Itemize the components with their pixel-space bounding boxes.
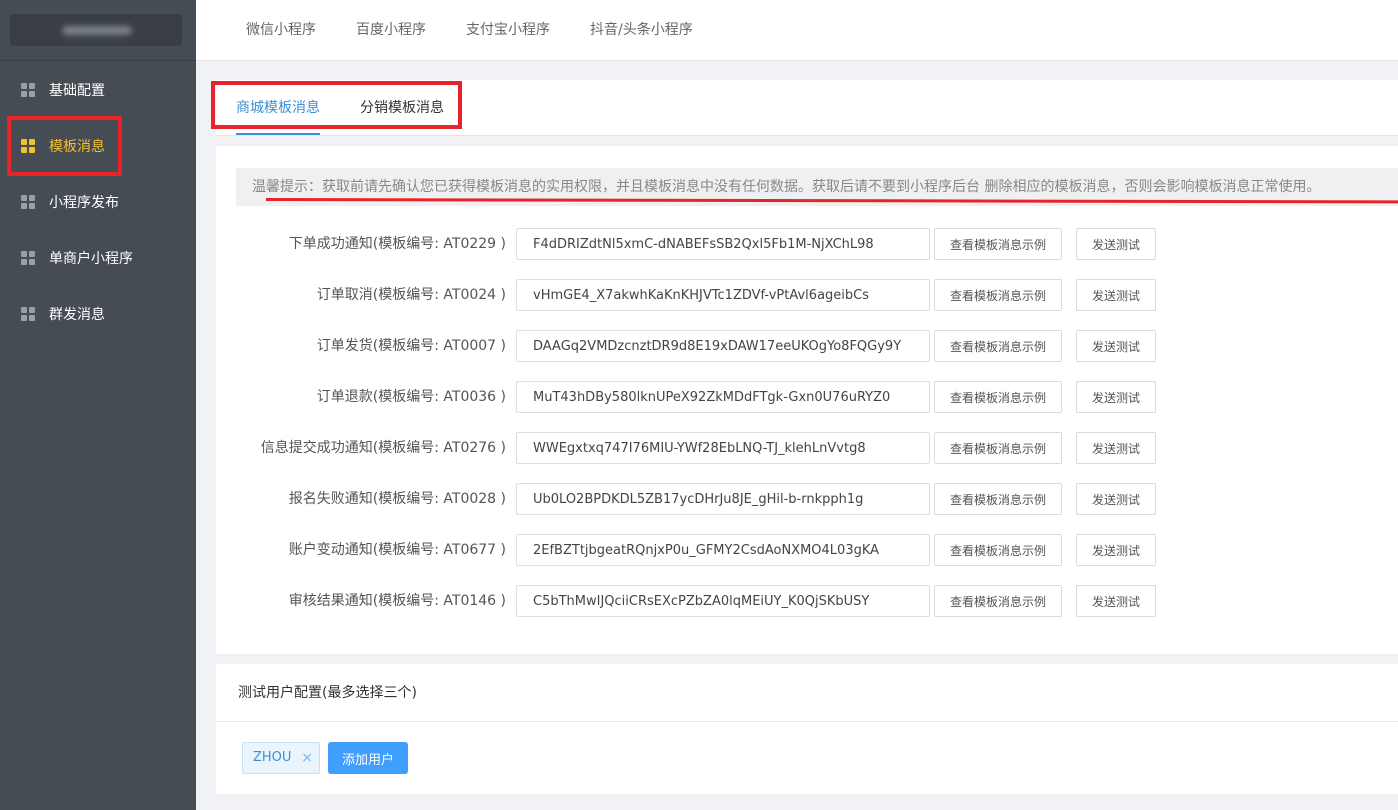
message-type-tabs: 商城模板消息 分销模板消息 — [216, 80, 1398, 136]
template-label: 订单发货(模板编号: AT0007 ) — [316, 338, 506, 354]
view-example-button[interactable]: 查看模板消息示例 — [934, 279, 1062, 311]
tab-wechat[interactable]: 微信小程序 — [246, 0, 316, 61]
tab-mall-template[interactable]: 商城模板消息 — [236, 80, 320, 136]
view-example-button[interactable]: 查看模板消息示例 — [934, 330, 1062, 362]
sidebar-item-miniprogram-publish[interactable]: 小程序发布 — [0, 174, 196, 230]
send-test-button[interactable]: 发送测试 — [1076, 330, 1156, 362]
template-label: 订单取消(模板编号: AT0024 ) — [316, 287, 506, 303]
user-tag-label: ZHOU — [253, 750, 292, 765]
template-row: 订单退款(模板编号: AT0036 ) 查看模板消息示例 发送测试 — [216, 381, 1398, 413]
add-user-button[interactable]: 添加用户 — [328, 742, 408, 774]
template-row: 审核结果通知(模板编号: AT0146 ) 查看模板消息示例 发送测试 — [216, 585, 1398, 617]
send-test-button[interactable]: 发送测试 — [1076, 585, 1156, 617]
template-label: 报名失败通知(模板编号: AT0028 ) — [288, 491, 506, 507]
template-id-input[interactable] — [516, 279, 930, 311]
grid-icon — [21, 251, 35, 265]
template-row: 下单成功通知(模板编号: AT0229 ) 查看模板消息示例 发送测试 — [216, 228, 1398, 260]
send-test-button[interactable]: 发送测试 — [1076, 381, 1156, 413]
user-tag: ZHOU × — [242, 742, 320, 774]
brand-logo — [10, 14, 182, 46]
sidebar-item-label: 基础配置 — [49, 83, 105, 99]
send-test-button[interactable]: 发送测试 — [1076, 534, 1156, 566]
grid-icon — [21, 83, 35, 97]
template-label: 信息提交成功通知(模板编号: AT0276 ) — [260, 440, 506, 456]
template-row: 报名失败通知(模板编号: AT0028 ) 查看模板消息示例 发送测试 — [216, 483, 1398, 515]
sidebar-item-label: 单商户小程序 — [49, 251, 133, 267]
sidebar-item-template-message[interactable]: 模板消息 — [0, 118, 196, 174]
grid-icon — [21, 307, 35, 321]
send-test-button[interactable]: 发送测试 — [1076, 279, 1156, 311]
template-label: 审核结果通知(模板编号: AT0146 ) — [288, 593, 506, 609]
send-test-button[interactable]: 发送测试 — [1076, 483, 1156, 515]
view-example-button[interactable]: 查看模板消息示例 — [934, 534, 1062, 566]
view-example-button[interactable]: 查看模板消息示例 — [934, 432, 1062, 464]
template-row: 订单发货(模板编号: AT0007 ) 查看模板消息示例 发送测试 — [216, 330, 1398, 362]
grid-icon — [21, 139, 35, 153]
template-row: 账户变动通知(模板编号: AT0677 ) 查看模板消息示例 发送测试 — [216, 534, 1398, 566]
divider — [216, 721, 1398, 722]
sidebar-item-label: 群发消息 — [49, 307, 105, 323]
template-row: 信息提交成功通知(模板编号: AT0276 ) 查看模板消息示例 发送测试 — [216, 432, 1398, 464]
view-example-button[interactable]: 查看模板消息示例 — [934, 585, 1062, 617]
view-example-button[interactable]: 查看模板消息示例 — [934, 228, 1062, 260]
send-test-button[interactable]: 发送测试 — [1076, 228, 1156, 260]
sidebar-item-mass-message[interactable]: 群发消息 — [0, 286, 196, 342]
template-id-input[interactable] — [516, 585, 930, 617]
tab-baidu[interactable]: 百度小程序 — [356, 0, 426, 61]
platform-tabs: 微信小程序 百度小程序 支付宝小程序 抖音/头条小程序 — [196, 0, 1398, 61]
sidebar-item-basic-config[interactable]: 基础配置 — [0, 62, 196, 118]
view-example-button[interactable]: 查看模板消息示例 — [934, 381, 1062, 413]
grid-icon — [21, 195, 35, 209]
tab-distribution-template[interactable]: 分销模板消息 — [360, 80, 444, 136]
view-example-button[interactable]: 查看模板消息示例 — [934, 483, 1062, 515]
sidebar: 基础配置 模板消息 小程序发布 单商户小程序 群发消息 — [0, 0, 196, 810]
template-row: 订单取消(模板编号: AT0024 ) 查看模板消息示例 发送测试 — [216, 279, 1398, 311]
tab-alipay[interactable]: 支付宝小程序 — [466, 0, 550, 61]
sidebar-item-label: 小程序发布 — [49, 195, 119, 211]
template-panel: 温馨提示：获取前请先确认您已获得模板消息的实用权限，并且模板消息中没有任何数据。… — [216, 146, 1398, 654]
template-id-input[interactable] — [516, 228, 930, 260]
brand-blurred-text — [62, 26, 132, 35]
template-label: 订单退款(模板编号: AT0036 ) — [316, 389, 506, 405]
test-users-title: 测试用户配置(最多选择三个) — [238, 685, 417, 701]
test-users-panel: 测试用户配置(最多选择三个) ZHOU × 添加用户 — [216, 664, 1398, 794]
sidebar-divider — [0, 60, 196, 61]
template-id-input[interactable] — [516, 381, 930, 413]
close-icon[interactable]: × — [301, 743, 313, 773]
template-id-input[interactable] — [516, 534, 930, 566]
template-id-input[interactable] — [516, 330, 930, 362]
send-test-button[interactable]: 发送测试 — [1076, 432, 1156, 464]
active-tab-indicator — [236, 133, 320, 135]
template-label: 账户变动通知(模板编号: AT0677 ) — [288, 542, 506, 558]
template-id-input[interactable] — [516, 432, 930, 464]
template-label: 下单成功通知(模板编号: AT0229 ) — [288, 236, 506, 252]
template-id-input[interactable] — [516, 483, 930, 515]
sidebar-item-label: 模板消息 — [49, 139, 105, 155]
sidebar-item-single-merchant[interactable]: 单商户小程序 — [0, 230, 196, 286]
tab-douyin[interactable]: 抖音/头条小程序 — [590, 0, 693, 61]
